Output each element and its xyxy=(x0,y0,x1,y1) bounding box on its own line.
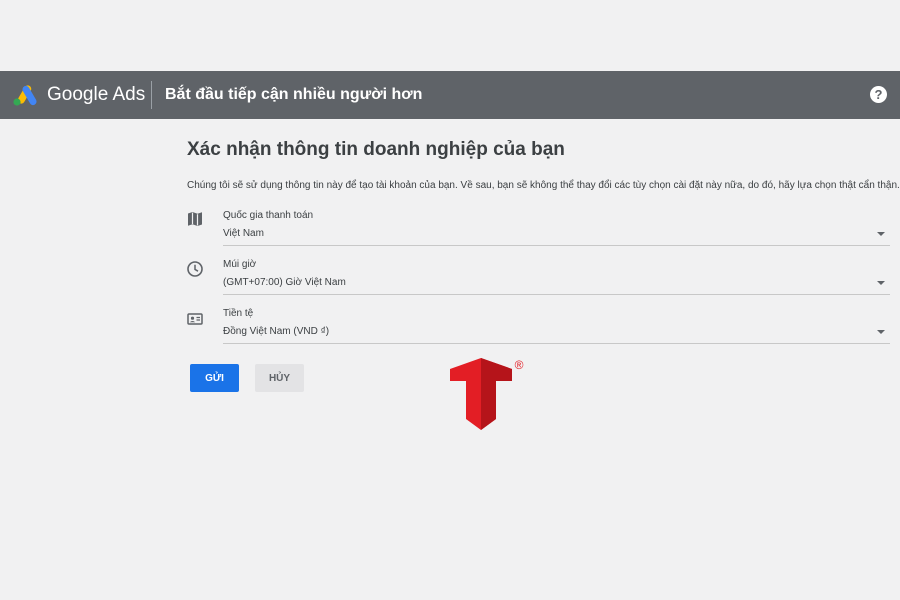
map-icon xyxy=(188,212,202,226)
timezone-select[interactable]: (GMT+07:00) Giờ Việt Nam xyxy=(223,273,890,295)
chevron-down-icon[interactable] xyxy=(877,330,885,334)
billing-country-field: Quốc gia thanh toán Việt Nam xyxy=(186,209,891,249)
help-icon[interactable]: ? xyxy=(870,86,887,103)
header-divider xyxy=(151,81,152,109)
google-ads-logo-icon[interactable] xyxy=(12,84,38,106)
currency-value: Đồng Việt Nam (VND ₫) xyxy=(223,326,330,337)
billing-country-select[interactable]: Việt Nam xyxy=(223,224,890,246)
t-logo-watermark-icon: ® xyxy=(450,358,524,430)
currency-label: Tiền tệ xyxy=(223,308,254,319)
submit-button[interactable]: GỬI xyxy=(190,364,239,392)
billing-country-value: Việt Nam xyxy=(223,228,264,239)
chevron-down-icon[interactable] xyxy=(877,281,885,285)
timezone-field: Múi giờ (GMT+07:00) Giờ Việt Nam xyxy=(186,258,891,298)
header-title: Bắt đầu tiếp cận nhiều người hơn xyxy=(165,86,423,103)
page-title: Xác nhận thông tin doanh nghiệp của bạn xyxy=(187,139,565,160)
currency-select[interactable]: Đồng Việt Nam (VND ₫) xyxy=(223,322,890,344)
currency-field: Tiền tệ Đồng Việt Nam (VND ₫) xyxy=(186,307,891,347)
chevron-down-icon[interactable] xyxy=(877,232,885,236)
clock-icon xyxy=(187,261,203,277)
currency-card-icon xyxy=(187,313,203,325)
cancel-button[interactable]: HỦY xyxy=(255,364,304,392)
page-description: Chúng tôi sẽ sử dụng thông tin này để tạ… xyxy=(187,180,900,191)
registered-mark: ® xyxy=(515,358,524,372)
timezone-label: Múi giờ xyxy=(223,259,257,270)
brand-name: Google Ads xyxy=(47,84,146,105)
timezone-value: (GMT+07:00) Giờ Việt Nam xyxy=(223,277,346,288)
top-app-bar: Google Ads Bắt đầu tiếp cận nhiều người … xyxy=(0,71,900,119)
billing-country-label: Quốc gia thanh toán xyxy=(223,210,314,221)
